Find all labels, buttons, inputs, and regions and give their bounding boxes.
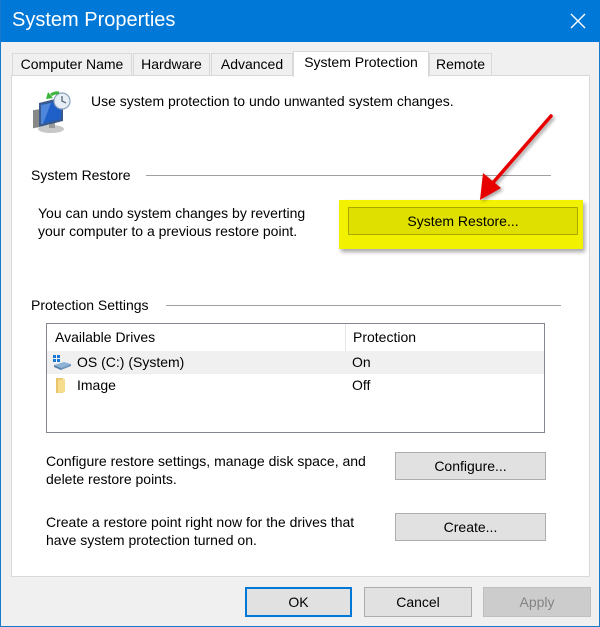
configure-button[interactable]: Configure...: [395, 452, 546, 480]
system-restore-description-line1: You can undo system changes by reverting: [38, 205, 306, 221]
title-bar[interactable]: System Properties: [1, 0, 600, 42]
apply-button: Apply: [483, 587, 591, 617]
tab-hardware[interactable]: Hardware: [133, 53, 210, 76]
system-properties-window: System Properties Computer Name Hardware…: [0, 0, 600, 627]
tab-remote[interactable]: Remote: [429, 53, 492, 76]
protection-settings-divider: [166, 305, 561, 306]
system-restore-group-label: System Restore: [31, 167, 131, 183]
folder-icon: [52, 377, 72, 394]
drive-name: Image: [77, 377, 116, 393]
drive-protection-status: On: [352, 354, 371, 370]
close-icon: [570, 13, 586, 29]
column-header-available-drives[interactable]: Available Drives: [47, 324, 155, 351]
create-description-line1: Create a restore point right now for the…: [46, 514, 355, 530]
configure-description-line1: Configure restore settings, manage disk …: [46, 453, 366, 469]
system-restore-description-line2: your computer to a previous restore poin…: [38, 223, 298, 239]
available-drives-list[interactable]: Available Drives Protection OS (C:) (Sys…: [46, 323, 545, 433]
configure-description-line2: delete restore points.: [46, 471, 177, 487]
drive-name: OS (C:) (System): [77, 354, 185, 370]
system-restore-button[interactable]: System Restore...: [348, 207, 578, 235]
drive-row[interactable]: Image Off: [47, 374, 544, 397]
drive-row[interactable]: OS (C:) (System) On: [47, 351, 544, 374]
system-drive-icon: [52, 354, 72, 371]
column-header-protection[interactable]: Protection: [345, 324, 416, 351]
ok-button[interactable]: OK: [245, 587, 352, 617]
tab-system-protection[interactable]: System Protection: [293, 51, 429, 77]
protection-settings-group-label: Protection Settings: [31, 297, 149, 313]
intro-text: Use system protection to undo unwanted s…: [91, 93, 454, 109]
create-description-line2: have system protection turned on.: [46, 532, 257, 548]
close-button[interactable]: [555, 0, 600, 42]
tab-advanced[interactable]: Advanced: [211, 53, 293, 76]
window-title: System Properties: [12, 9, 176, 31]
system-restore-divider: [146, 175, 551, 176]
system-protection-icon: [29, 91, 75, 135]
list-header: Available Drives Protection: [47, 324, 544, 351]
create-button[interactable]: Create...: [395, 513, 546, 541]
tab-computer-name[interactable]: Computer Name: [12, 53, 132, 76]
drive-protection-status: Off: [352, 377, 371, 393]
cancel-button[interactable]: Cancel: [364, 587, 472, 617]
